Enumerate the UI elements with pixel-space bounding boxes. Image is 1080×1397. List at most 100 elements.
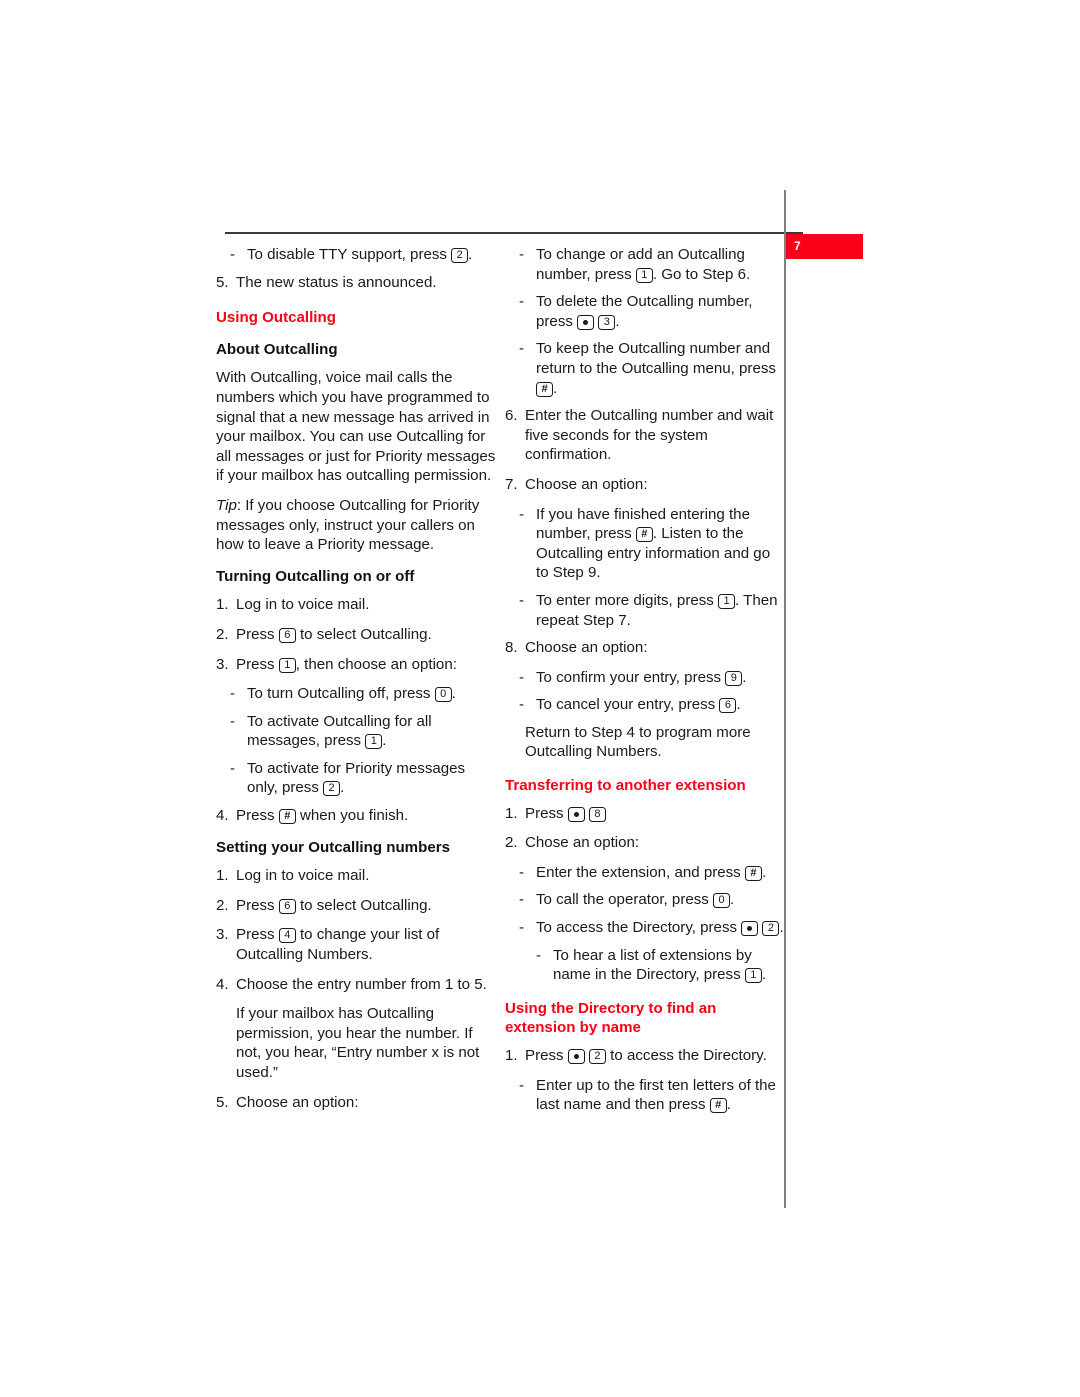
list-item-text: To turn Outcalling off, press [247,685,435,703]
keypad-key-star-icon: * [577,314,595,330]
section-heading-using-outcalling: Using Outcalling [216,309,336,327]
dash-marker: - [230,712,236,730]
list-item-tail: . [761,966,767,984]
keypad-key-8-icon: 8 [588,806,606,822]
list-item-tail: . [761,863,767,881]
list-item-text: Press [236,807,279,825]
list-item-text: To activate for Priority messages only, … [247,759,466,797]
list-item-tail: . Go to Step 6. [652,265,751,283]
list-item: 3. Press 1, then choose an option: [216,655,496,675]
list-item: - Enter the extension, and press #. [505,863,785,883]
dash-marker: - [536,946,542,964]
list-number: 1. [505,1047,518,1064]
keypad-key-hash-icon: # [635,527,653,543]
list-item-text: Chose an option: [525,834,640,852]
list-item-tail: . [615,312,620,330]
list-item: - To activate for Priority messages only,… [216,759,496,798]
list-item-text: Enter the extension, and press [536,863,745,881]
list-item-tail: to access the Directory. [605,1047,767,1064]
list-item-text: The new status is announced. [236,273,437,291]
header-rule [225,232,803,234]
dash-marker: - [519,863,525,881]
list-item-tail: . [779,919,784,937]
list-item-tail: . [736,696,741,714]
list-item: 1. Log in to voice mail. [216,866,496,886]
tip-text: : If you choose Outcalling for Priority … [216,496,480,554]
list-number: 5. [216,273,229,291]
keypad-key-6-icon: 6 [278,627,296,643]
keypad-key-0-icon: 0 [434,687,452,703]
list-item: - To change or add an Outcalling number, … [505,245,785,284]
list-number: 4. [216,807,229,825]
dash-marker: - [230,759,236,777]
list-item-text: Log in to voice mail. [236,596,370,614]
list-number: 3. [216,926,229,944]
list-item: -To access the Directory, press * 2. [505,918,785,938]
subheading-turning-outcalling-on-or-off: Turning Outcalling on or off [216,567,415,585]
keypad-key-1-icon: 1 [365,734,383,750]
list-item-tail: . [730,891,735,909]
tip-paragraph: Tip: If you choose Outcalling for Priori… [216,496,496,555]
list-number: 8. [505,639,518,657]
dash-marker: - [230,246,236,263]
keypad-key-hash-icon: # [278,809,296,825]
list-number: 1. [216,596,229,614]
list-number: 1. [216,867,229,885]
list-item: 5. Choose an option: [216,1093,496,1113]
list-item-text: To keep the Outcalling number and return… [536,340,776,377]
setting-note-paragraph: If your mailbox has Outcalling permissio… [236,1005,480,1081]
list-item-text: To access the Directory, press [536,919,742,937]
list-item: - To enter more digits, press 1. Then rep… [505,591,785,630]
list-item-text: To disable TTY support, press [247,246,452,263]
list-number: 1. [505,804,518,822]
list-item: - To turn Outcalling off, press 0. [216,684,496,704]
list-item-text: To hear a list of extensions by name in … [553,946,752,984]
list-item: - To call the operator, press 0. [505,890,785,910]
list-item: 2. Press 6 to select Outcalling. [216,625,496,645]
list-item: 2. Chose an option: [505,833,785,853]
keypad-key-star-icon: * [567,1049,585,1064]
keypad-key-1-icon: 1 [635,267,653,283]
keypad-key-1-icon: 1 [718,593,736,609]
keypad-key-1-icon: 1 [744,968,762,984]
list-number: 2. [505,834,518,852]
dash-marker: - [519,668,525,686]
keypad-key-2-icon: 2 [323,781,341,797]
list-item-text: Press [236,926,279,944]
dash-marker: - [519,505,525,523]
return-note-paragraph: Return to Step 4 to program more Outcall… [525,723,751,761]
list-item-text: To activate Outcalling for all messages,… [247,712,432,750]
list-item-text: Enter up to the first ten letters of the… [536,1076,776,1114]
dash-marker: - [519,1076,525,1094]
list-item: 1. Log in to voice mail. [216,595,496,615]
list-number: 7. [505,475,518,493]
list-number: 4. [216,975,229,993]
keypad-key-3-icon: 3 [598,314,616,330]
list-item-text: Press [236,655,279,673]
section-heading-using-directory: Using the Directory to find an extension… [505,999,717,1037]
list-item-tail: . [726,1096,731,1114]
list-item-text: Press [525,1047,568,1064]
keypad-key-2-icon: 2 [451,248,469,263]
dash-marker: - [519,891,525,909]
list-item: 8. Choose an option: [505,638,785,658]
subheading-setting-your-outcalling-numbers: Setting your Outcalling numbers [216,838,450,856]
list-item: 3. Press 4 to change your list of Outcall… [216,925,496,964]
keypad-key-1-icon: 1 [278,657,296,673]
list-item: - To hear a list of extensions by name in… [505,946,785,985]
list-item-text: Press [525,804,568,822]
list-item: 5. The new status is announced. [216,273,496,293]
list-item-tail: . [553,379,558,397]
left-column: - To disable TTY support, press 2. 5. The … [216,245,496,1122]
keypad-key-hash-icon: # [744,865,762,881]
right-column: - To change or add an Outcalling number, … [505,245,785,1123]
manual-page: 7 - To disable TTY support, press 2. 5. Th… [0,0,1080,1397]
list-item-tail: , then choose an option: [295,655,457,673]
list-item-text: Press [236,625,279,643]
list-item: - To cancel your entry, press 6. [505,695,785,715]
dash-marker: - [519,293,525,311]
keypad-key-hash-icon: # [709,1098,727,1114]
list-item-tail: . [742,668,747,686]
list-item-tail: . [451,685,456,703]
page-number-badge: 7 [786,234,863,259]
